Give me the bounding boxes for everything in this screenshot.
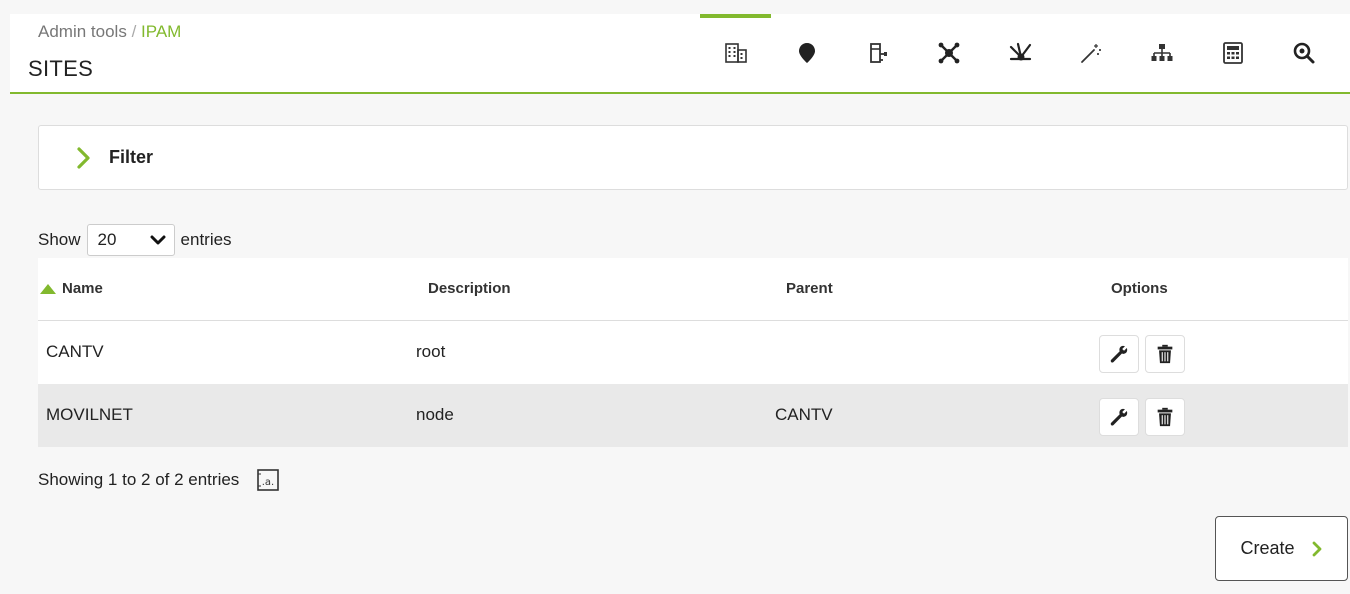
filter-label: Filter: [109, 147, 154, 167]
calculator-icon: [1222, 42, 1243, 64]
entries-label: entries: [180, 230, 232, 249]
magic-wand-icon: [1080, 44, 1101, 63]
header-tabs: [700, 14, 1339, 92]
table-row: CANTV root: [38, 321, 1348, 384]
column-header-options: Options: [1111, 280, 1168, 297]
network-branch-icon: [1009, 42, 1031, 61]
delete-button[interactable]: [1145, 335, 1185, 373]
tab-subnets[interactable]: [842, 14, 913, 92]
edit-button[interactable]: [1099, 398, 1139, 436]
trash-icon: [1157, 407, 1173, 427]
chevron-right-icon: [1312, 541, 1321, 556]
building-icon: [724, 43, 747, 63]
wrench-icon: [1110, 345, 1128, 363]
tab-locations[interactable]: [771, 14, 842, 92]
wrench-icon: [1110, 408, 1128, 426]
breadcrumb-root[interactable]: Admin tools: [38, 22, 127, 41]
column-header-name[interactable]: Name: [40, 280, 103, 297]
column-name-label: Name: [62, 280, 103, 297]
sites-table: Name Description Parent Options CANTV ro…: [38, 258, 1348, 447]
tab-calculator[interactable]: [1197, 14, 1268, 92]
page-header: Admin tools / IPAM SITES: [10, 14, 1350, 94]
delete-button[interactable]: [1145, 398, 1185, 436]
table-info-text: Showing 1 to 2 of 2 entries: [38, 470, 240, 489]
search-zoom-icon: [1293, 42, 1314, 64]
chevron-down-icon: [150, 235, 166, 245]
row-options: [1099, 398, 1185, 436]
edit-button[interactable]: [1099, 335, 1139, 373]
column-header-parent[interactable]: Parent: [786, 280, 833, 297]
show-label: Show: [38, 230, 81, 249]
page-title: SITES: [28, 56, 94, 81]
tab-networks[interactable]: [913, 14, 984, 92]
location-pin-icon: [798, 43, 815, 63]
hierarchy-icon: [1151, 44, 1172, 61]
filter-panel[interactable]: Filter: [38, 125, 1348, 190]
cell-description: node: [416, 405, 454, 424]
table-row: MOVILNET node CANTV: [38, 384, 1348, 447]
page-length-value: 20: [97, 230, 117, 249]
page-length-control: Show 20 entries: [38, 224, 232, 256]
row-options: [1099, 335, 1185, 373]
breadcrumb-separator: /: [131, 22, 137, 41]
page-length-select[interactable]: 20: [86, 224, 175, 256]
sort-ascending-icon: [40, 283, 56, 294]
column-header-description[interactable]: Description: [428, 280, 511, 297]
tab-superset[interactable]: [984, 14, 1055, 92]
create-button[interactable]: Create: [1215, 516, 1348, 581]
trash-icon: [1157, 344, 1173, 364]
tab-hierarchy[interactable]: [1126, 14, 1197, 92]
cell-name: MOVILNET: [46, 405, 133, 424]
tab-wizard[interactable]: [1055, 14, 1126, 92]
table-info: Showing 1 to 2 of 2 entries .a.: [38, 467, 281, 493]
chevron-right-icon: [77, 146, 90, 169]
tab-sites[interactable]: [700, 14, 771, 92]
svg-text:.a.: .a.: [262, 477, 275, 488]
table-header: Name Description Parent Options: [38, 258, 1348, 321]
cell-name: CANTV: [46, 342, 104, 361]
tab-search[interactable]: [1268, 14, 1339, 92]
cell-parent: CANTV: [775, 405, 833, 424]
create-label: Create: [1240, 538, 1295, 558]
network-nodes-icon: [938, 42, 959, 64]
breadcrumb: Admin tools / IPAM: [38, 22, 181, 42]
export-csv-icon[interactable]: .a.: [255, 467, 281, 493]
breadcrumb-current[interactable]: IPAM: [141, 22, 181, 41]
subnet-tree-icon: [869, 43, 887, 63]
cell-description: root: [416, 342, 446, 361]
